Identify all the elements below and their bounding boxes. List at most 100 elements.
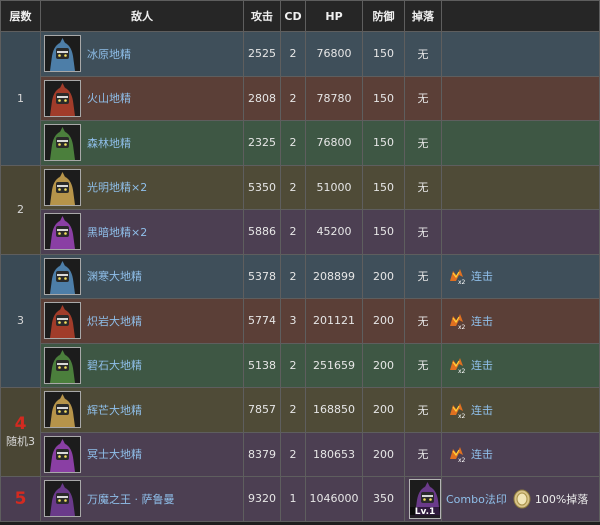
defense-cell: 150 <box>362 75 405 121</box>
svg-text:x2: x2 <box>458 368 466 374</box>
cd-cell: 2 <box>280 431 306 477</box>
skill-link[interactable]: 连击 <box>471 402 493 418</box>
attack-cell: 5350 <box>243 164 281 210</box>
skill-cell <box>441 209 600 255</box>
combo-cell: Combo法印 100%掉落 <box>441 476 600 522</box>
hp-cell: 168850 <box>305 387 363 433</box>
floor-number-large: 5 <box>14 488 27 509</box>
enemy-name-link[interactable]: 渊寒大地精 <box>87 268 142 284</box>
defense-cell: 150 <box>362 209 405 255</box>
attack-cell: 5378 <box>243 253 281 299</box>
enemy-cell: 渊寒大地精 <box>40 253 244 299</box>
skill-wrap: x2 连击 <box>443 267 599 286</box>
drop-wrap: Lv.1 <box>406 478 441 519</box>
enemy-wrap: 万魔之王 · 萨鲁曼 <box>44 480 243 518</box>
enemy-portrait[interactable] <box>44 391 81 429</box>
enemy-portrait[interactable] <box>44 346 81 384</box>
combo-x2-icon: x2 <box>448 312 466 331</box>
enemy-wrap: 火山地精 <box>44 79 243 117</box>
skill-link[interactable]: 连击 <box>471 268 493 284</box>
cd-cell: 3 <box>280 298 306 344</box>
enemy-cell: 碧石大地精 <box>40 342 244 388</box>
enemy-name-link[interactable]: 辉芒大地精 <box>87 402 142 418</box>
drop-cell: 无 <box>404 387 442 433</box>
svg-text:x2: x2 <box>458 413 466 419</box>
combo-wrap: Combo法印 100%掉落 <box>443 489 599 509</box>
header-hp: HP <box>305 0 363 32</box>
header-extra <box>441 0 600 32</box>
drop-cell: Lv.1 <box>404 476 442 522</box>
enemy-cell: 森林地精 <box>40 120 244 166</box>
skill-link[interactable]: 连击 <box>471 446 493 462</box>
drop-cell: 无 <box>404 298 442 344</box>
floor-cell: 2 <box>0 164 41 255</box>
defense-cell: 200 <box>362 431 405 477</box>
cd-cell: 2 <box>280 253 306 299</box>
enemy-name-link[interactable]: 光明地精×2 <box>87 179 147 195</box>
enemy-portrait[interactable] <box>44 257 81 295</box>
enemy-name-link[interactable]: 万魔之王 · 萨鲁曼 <box>87 491 175 507</box>
combo-x2-icon: x2 <box>448 356 466 375</box>
skill-link[interactable]: 连击 <box>471 357 493 373</box>
drop-cell: 无 <box>404 342 442 388</box>
header-drop: 掉落 <box>404 0 442 32</box>
enemy-name-link[interactable]: 炽岩大地精 <box>87 313 142 329</box>
enemy-portrait[interactable] <box>44 480 81 518</box>
enemy-table: 层数 敌人 攻击 CD HP 防御 掉落 1 冰原地精 2525 2 76800 150 无… <box>0 0 600 522</box>
defense-cell: 150 <box>362 164 405 210</box>
drop-cell: 无 <box>404 164 442 210</box>
header-enemy: 敌人 <box>40 0 244 32</box>
floor-cell: 1 <box>0 31 41 166</box>
enemy-name-link[interactable]: 黑暗地精×2 <box>87 224 147 240</box>
table-row: 黑暗地精×2 5886 2 45200 150 无 <box>0 209 600 255</box>
floor-cell: 4 随机3 <box>0 387 41 477</box>
enemy-wrap: 黑暗地精×2 <box>44 213 243 251</box>
drop-cell: 无 <box>404 120 442 166</box>
header-cd: CD <box>280 0 306 32</box>
table-row: 碧石大地精 5138 2 251659 200 无 x2 连击 <box>0 342 600 388</box>
combo-seal-link[interactable]: Combo法印 <box>446 491 507 507</box>
header-row: 层数 敌人 攻击 CD HP 防御 掉落 <box>0 0 600 32</box>
hp-cell: 76800 <box>305 31 363 77</box>
floor-cell: 3 <box>0 253 41 388</box>
enemy-name-link[interactable]: 森林地精 <box>87 135 131 151</box>
drop-card-portrait[interactable]: Lv.1 <box>409 478 441 519</box>
enemy-name-link[interactable]: 碧石大地精 <box>87 357 142 373</box>
drop-rate-label: 100%掉落 <box>534 492 589 506</box>
enemy-name-link[interactable]: 火山地精 <box>87 90 131 106</box>
enemy-portrait[interactable] <box>44 124 81 162</box>
drop-cell: 无 <box>404 253 442 299</box>
enemy-portrait[interactable] <box>44 168 81 206</box>
enemy-portrait[interactable] <box>44 302 81 340</box>
defense-cell: 200 <box>362 253 405 299</box>
hp-cell: 180653 <box>305 431 363 477</box>
enemy-portrait[interactable] <box>44 435 81 473</box>
cd-cell: 2 <box>280 387 306 433</box>
hp-cell: 201121 <box>305 298 363 344</box>
svg-text:x2: x2 <box>458 279 466 285</box>
svg-text:x2: x2 <box>458 457 466 463</box>
attack-cell: 2808 <box>243 75 281 121</box>
table-row: 森林地精 2325 2 76800 150 无 <box>0 120 600 166</box>
enemy-wrap: 渊寒大地精 <box>44 257 243 295</box>
combo-x2-icon: x2 <box>448 267 466 286</box>
drop-cell: 无 <box>404 431 442 477</box>
table-row: 5 万魔之王 · 萨鲁曼 9320 1 1046000 350 Lv.1 Combo法印 100… <box>0 476 600 522</box>
enemy-portrait[interactable] <box>44 79 81 117</box>
drop-cell: 无 <box>404 75 442 121</box>
enemy-name-link[interactable]: 冥士大地精 <box>87 446 142 462</box>
hp-cell: 1046000 <box>305 476 363 522</box>
table-row: 4 随机3 辉芒大地精 7857 2 168850 200 无 x2 连击 <box>0 387 600 477</box>
skill-cell: x2 连击 <box>441 387 600 433</box>
skill-link[interactable]: 连击 <box>471 313 493 329</box>
enemy-name-link[interactable]: 冰原地精 <box>87 46 131 62</box>
header-attack: 攻击 <box>243 0 281 32</box>
drop-cell: 无 <box>404 31 442 77</box>
skill-cell: x2 连击 <box>441 431 600 477</box>
enemy-cell: 辉芒大地精 <box>40 387 244 433</box>
attack-cell: 2525 <box>243 31 281 77</box>
enemy-portrait[interactable] <box>44 213 81 251</box>
attack-cell: 5774 <box>243 298 281 344</box>
enemy-portrait[interactable] <box>44 35 81 73</box>
enemy-wrap: 碧石大地精 <box>44 346 243 384</box>
